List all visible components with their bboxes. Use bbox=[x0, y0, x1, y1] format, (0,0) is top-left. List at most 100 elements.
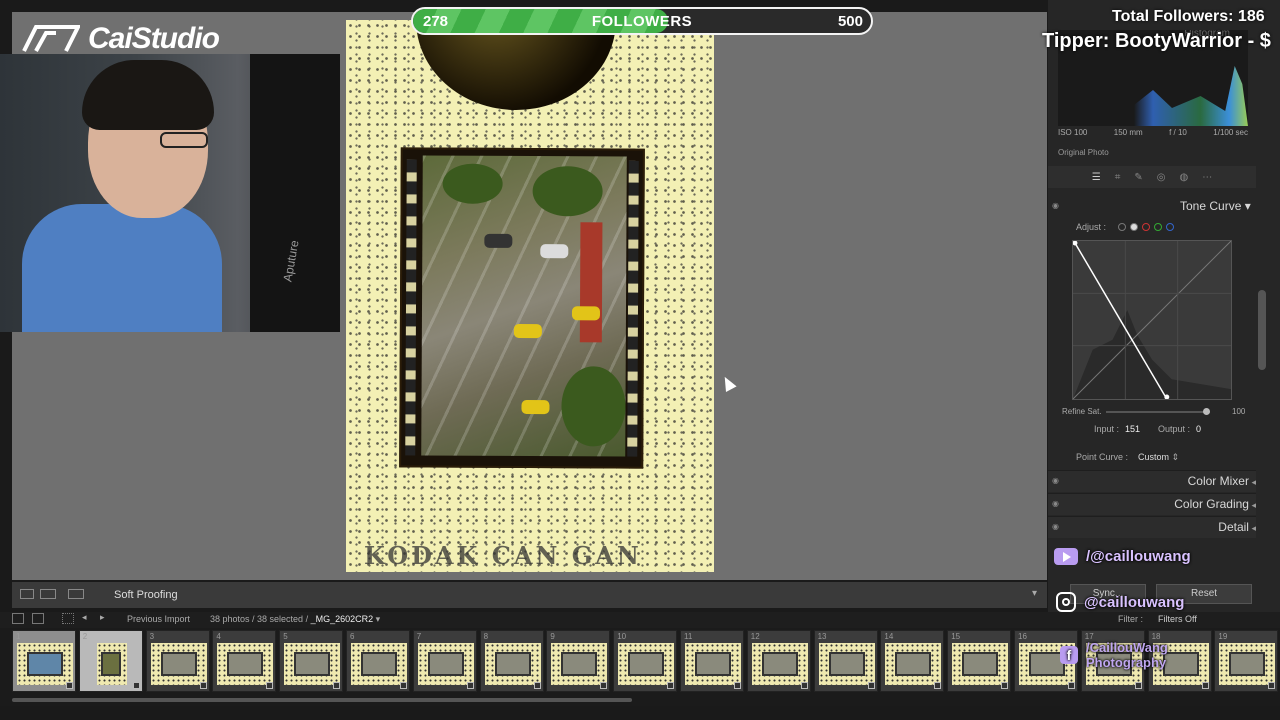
color-mixer-title[interactable]: Color Mixer bbox=[1188, 474, 1256, 488]
filmstrip-thumbnail[interactable]: 9 bbox=[546, 630, 611, 692]
soft-proofing-toggle[interactable]: Soft Proofing bbox=[114, 589, 178, 601]
loupe-view-icon[interactable] bbox=[20, 589, 34, 599]
edited-badge-icon bbox=[333, 682, 341, 689]
mask-icon[interactable]: ◍ bbox=[1180, 172, 1189, 183]
filmstrip-thumbnail[interactable]: 12 bbox=[746, 630, 811, 692]
filmstrip-thumbnail[interactable]: 19 bbox=[1214, 630, 1279, 692]
output-label: Output : bbox=[1158, 424, 1191, 434]
focal-length: 150 mm bbox=[1113, 128, 1143, 137]
thumbnail-image bbox=[751, 643, 808, 685]
tree bbox=[442, 163, 503, 204]
thumbnail-image bbox=[96, 643, 127, 685]
thumbnail-image bbox=[484, 643, 541, 685]
filmstrip-thumbnail[interactable]: 6 bbox=[346, 630, 410, 692]
filter-value[interactable]: Filters Off bbox=[1158, 614, 1197, 624]
filmstrip-thumbnail[interactable]: 4 bbox=[212, 630, 277, 692]
visibility-icon[interactable]: ◉ bbox=[1052, 499, 1059, 508]
thumbnail-frame bbox=[895, 652, 932, 676]
visibility-icon[interactable]: ◉ bbox=[1052, 522, 1059, 531]
edited-badge-icon bbox=[867, 682, 875, 689]
tone-curve-title: Tone Curve bbox=[1180, 199, 1242, 213]
channel-red[interactable] bbox=[1142, 223, 1150, 231]
channel-blue[interactable] bbox=[1166, 223, 1174, 231]
thumbnail-image bbox=[952, 643, 1009, 685]
channel-parametric[interactable] bbox=[1118, 223, 1126, 231]
thumbnail-frame bbox=[494, 652, 531, 676]
count-text: 38 photos / 38 selected / bbox=[210, 614, 311, 624]
thumbnail-number: 9 bbox=[550, 632, 555, 641]
filmstrip-thumbnail[interactable]: 2 bbox=[78, 630, 143, 692]
filmstrip-thumbnail[interactable]: 7 bbox=[412, 630, 477, 692]
thumbnail-frame bbox=[294, 652, 331, 676]
stream-screen: KODAK CAN GAN 278 FOLLOWERS 500 CaiStudi… bbox=[0, 0, 1280, 720]
thumbnail-number: 4 bbox=[216, 632, 221, 641]
filmstrip-thumbnail[interactable]: 1 bbox=[12, 630, 76, 692]
filmstrip-thumbnail[interactable]: 15 bbox=[947, 630, 1012, 692]
input-value: 151 bbox=[1125, 424, 1141, 434]
monitor-1-icon[interactable] bbox=[12, 613, 24, 624]
tone-curve-header[interactable]: Tone Curve ▾ bbox=[1180, 199, 1251, 213]
filmstrip-thumbnail[interactable]: 3 bbox=[145, 630, 210, 692]
thumbnail-image bbox=[417, 643, 474, 685]
survey-view-icon[interactable] bbox=[68, 589, 84, 599]
monitor-2-icon[interactable] bbox=[32, 613, 44, 624]
toolbar-menu-icon[interactable]: ▾ bbox=[1032, 588, 1037, 599]
thumbnail-image bbox=[818, 643, 875, 685]
filmstrip-scrollbar[interactable] bbox=[12, 698, 632, 702]
thumbnail-number: 12 bbox=[750, 632, 760, 641]
camera-bag bbox=[250, 54, 340, 332]
back-arrow-icon[interactable]: ◂ bbox=[82, 612, 87, 623]
source-label[interactable]: Previous Import bbox=[127, 614, 190, 624]
edited-badge-icon bbox=[66, 682, 73, 689]
thumbnail-number: 8 bbox=[483, 632, 489, 641]
filmstrip-thumbnail[interactable]: 8 bbox=[479, 630, 544, 692]
filmstrip-thumbnail[interactable]: 14 bbox=[880, 630, 945, 692]
filmstrip-thumbnail[interactable]: 13 bbox=[813, 630, 878, 692]
filmstrip-thumbnail[interactable]: 10 bbox=[613, 630, 678, 692]
refine-saturation-value[interactable]: 100 bbox=[1232, 407, 1245, 416]
channel-point[interactable] bbox=[1130, 223, 1138, 231]
thumbnail-frame bbox=[160, 652, 197, 676]
filmstrip-thumbnail[interactable]: 5 bbox=[279, 630, 344, 692]
sprocket-holes-right bbox=[627, 160, 639, 457]
thumbnail-number: 3 bbox=[149, 632, 155, 641]
exif-info: ISO 100 150 mm f / 10 1/100 sec bbox=[1058, 128, 1248, 137]
forward-arrow-icon[interactable]: ▸ bbox=[100, 612, 105, 623]
grid-icon[interactable] bbox=[62, 613, 74, 624]
streamer-hair bbox=[82, 60, 214, 130]
heal-icon[interactable]: ✎ bbox=[1134, 172, 1142, 183]
compare-view-icon[interactable] bbox=[40, 589, 56, 599]
output-value: 0 bbox=[1196, 424, 1202, 434]
filmstrip-thumbnail[interactable]: 11 bbox=[680, 630, 744, 692]
visibility-icon[interactable]: ◉ bbox=[1052, 201, 1059, 210]
thumbnail-image bbox=[1219, 643, 1276, 685]
refine-saturation-slider[interactable] bbox=[1106, 408, 1210, 415]
redeye-icon[interactable]: ◎ bbox=[1157, 172, 1166, 183]
follower-goal: 500 bbox=[837, 13, 863, 30]
input-readout: Input : 151 bbox=[1094, 424, 1140, 434]
photo-preview[interactable]: KODAK CAN GAN bbox=[346, 20, 714, 572]
detail-title[interactable]: Detail bbox=[1218, 520, 1256, 534]
edited-badge-icon bbox=[667, 682, 675, 689]
curve-channel-selector[interactable] bbox=[1118, 223, 1174, 231]
channel-green[interactable] bbox=[1154, 223, 1162, 231]
sliders-icon[interactable]: ☰ bbox=[1092, 172, 1101, 183]
thumbnail-frame bbox=[962, 652, 999, 676]
visibility-icon[interactable]: ◉ bbox=[1052, 476, 1059, 485]
refine-saturation-label: Refine Sat. bbox=[1062, 407, 1102, 416]
taxi bbox=[571, 306, 601, 321]
panel-scrollbar[interactable] bbox=[1258, 290, 1266, 370]
view-toolbar: Soft Proofing ▾ bbox=[12, 582, 1047, 608]
point-curve-value[interactable]: Custom bbox=[1138, 452, 1169, 462]
color-grading-title[interactable]: Color Grading bbox=[1174, 497, 1256, 511]
facebook-text: /CaillouWang Photography bbox=[1086, 640, 1168, 670]
point-curve-selector[interactable]: Point Curve : Custom ⇕ bbox=[1076, 452, 1179, 463]
stepper-icon: ⇕ bbox=[1171, 452, 1180, 462]
facebook-icon: f bbox=[1060, 646, 1078, 664]
tone-curve-graph[interactable] bbox=[1072, 240, 1232, 400]
facebook-line-2: Photography bbox=[1086, 655, 1167, 670]
slider-knob[interactable] bbox=[1203, 408, 1210, 415]
crop-icon[interactable]: ⌗ bbox=[1115, 172, 1121, 183]
original-photo-toggle[interactable]: Original Photo bbox=[1058, 148, 1109, 157]
presets-icon[interactable]: ⋯ bbox=[1202, 172, 1212, 183]
